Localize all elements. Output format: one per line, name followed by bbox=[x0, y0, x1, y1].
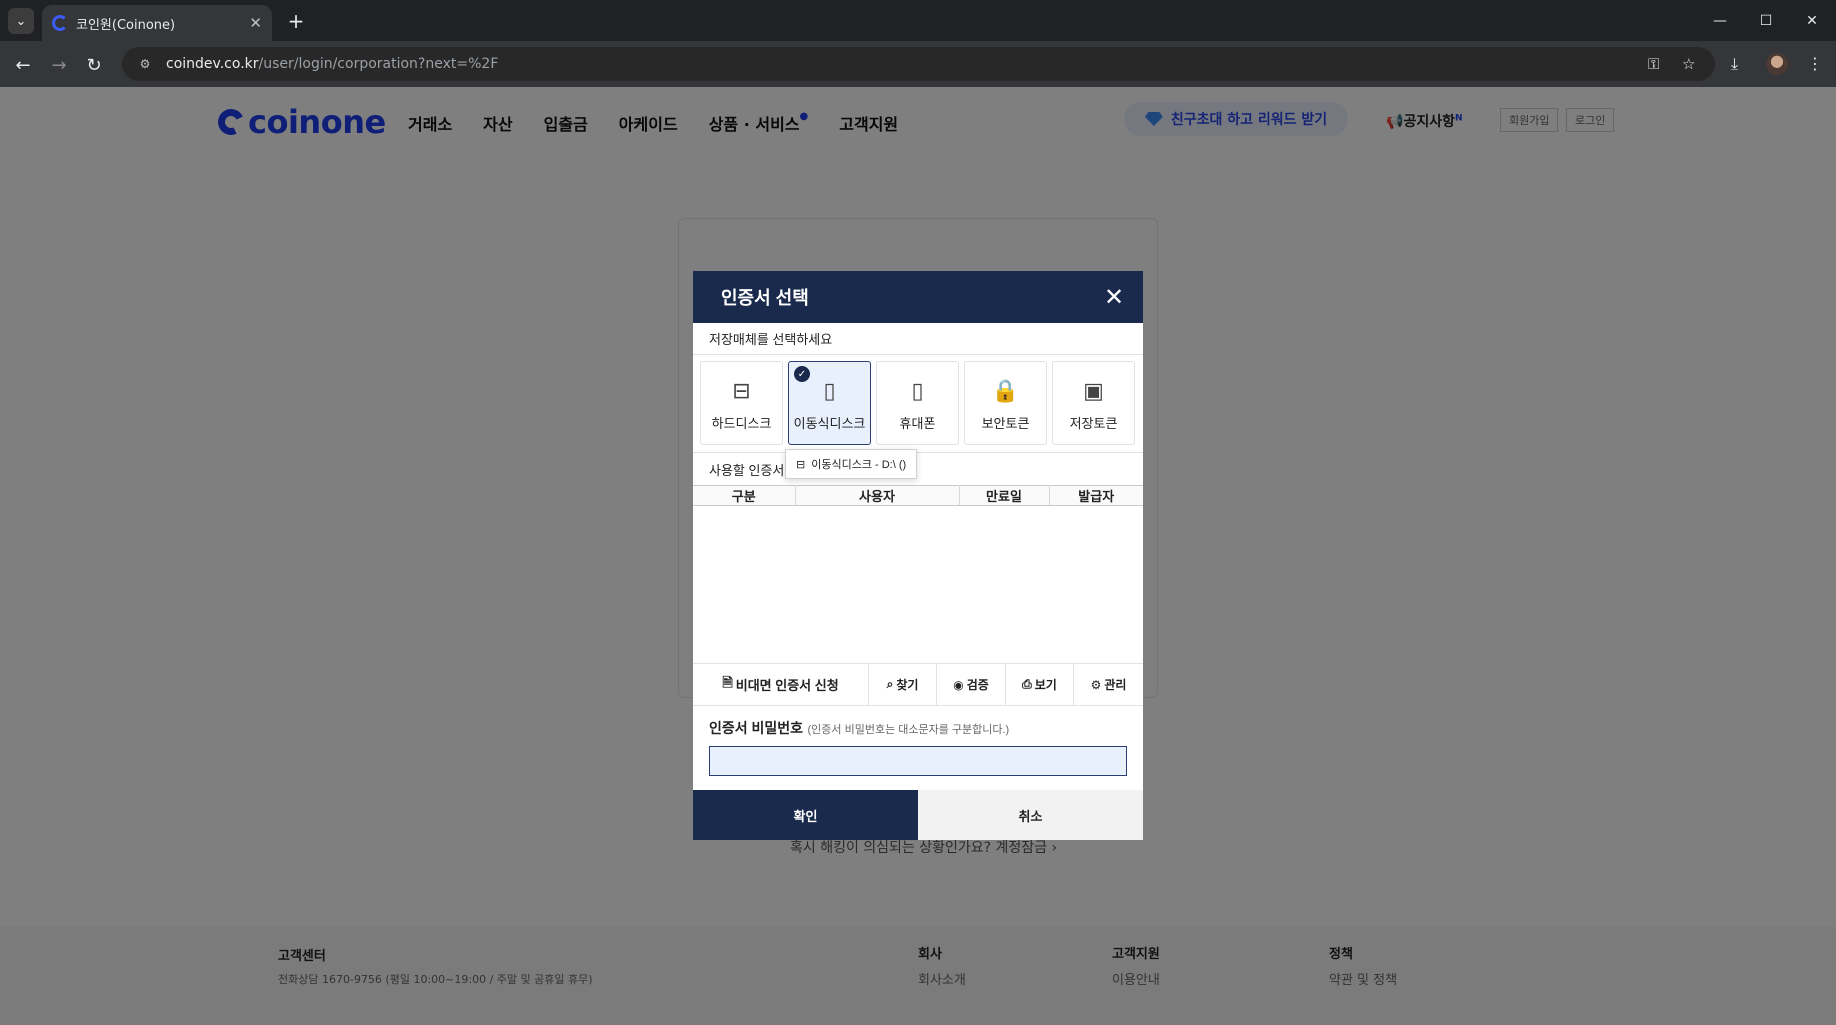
media-label: 휴대폰 bbox=[899, 415, 936, 431]
password-label-row: 인증서 비밀번호 (인증서 비밀번호는 대소문자를 구분합니다.) bbox=[709, 718, 1127, 738]
media-security-token[interactable]: 🔒 보안토큰 bbox=[964, 361, 1047, 445]
ok-button[interactable]: 확인 bbox=[693, 790, 918, 840]
new-tab-icon[interactable]: + bbox=[283, 8, 309, 34]
col-user[interactable]: 사용자 bbox=[795, 485, 960, 506]
dialog-header: 인증서 선택 ✕ bbox=[693, 271, 1143, 323]
media-hard-disk[interactable]: ⊟ 하드디스크 bbox=[700, 361, 783, 445]
bookmark-star-icon[interactable]: ☆ bbox=[1682, 55, 1695, 73]
drive-option[interactable]: ⊟ 이동식디스크 - D:\ () bbox=[785, 449, 918, 479]
eye-icon: ◉ bbox=[953, 677, 964, 692]
search-icon: ⌕ bbox=[886, 677, 894, 691]
gear-icon: ⚙ bbox=[1090, 677, 1102, 692]
dialog-close-icon[interactable]: ✕ bbox=[1101, 284, 1127, 311]
browser-toolbar: ← → ↻ ⚙ coindev.co.kr/user/login/corpora… bbox=[0, 41, 1836, 87]
menu-kebab-icon[interactable]: ⋮ bbox=[1807, 54, 1823, 73]
url-path: /user/login/corporation?next=%2F bbox=[258, 56, 499, 72]
tab-close-icon[interactable]: ✕ bbox=[249, 14, 262, 32]
window-close-icon[interactable]: ✕ bbox=[1789, 0, 1835, 41]
security-token-icon: 🔒 bbox=[991, 377, 1020, 403]
reload-icon[interactable]: ↻ bbox=[80, 51, 108, 79]
media-storage-token[interactable]: ▣ 저장토큰 bbox=[1052, 361, 1135, 445]
col-issuer[interactable]: 발급자 bbox=[1049, 485, 1143, 506]
view-icon: ⎙ bbox=[1022, 677, 1032, 691]
action-row: 🗎 비대면 인증서 신청 ⌕ 찾기 ◉ 검증 ⎙ 보기 ⚙ 관리 bbox=[693, 664, 1143, 706]
password-label: 인증서 비밀번호 bbox=[709, 720, 804, 736]
media-phone[interactable]: ▯ 휴대폰 bbox=[876, 361, 959, 445]
find-button[interactable]: ⌕ 찾기 bbox=[869, 664, 937, 705]
password-key-icon[interactable]: ⚿ bbox=[1648, 55, 1659, 73]
table-header-row: 구분 사용자 만료일 발급자 bbox=[693, 485, 1143, 506]
certificate-table: 구분 사용자 만료일 발급자 bbox=[693, 485, 1143, 506]
media-label: 보안토큰 bbox=[981, 415, 1030, 431]
usb-icon: ▯ bbox=[823, 377, 836, 403]
verify-label: 검증 bbox=[966, 678, 989, 692]
view-label: 보기 bbox=[1034, 678, 1057, 692]
forward-icon[interactable]: → bbox=[45, 51, 73, 79]
password-section: 인증서 비밀번호 (인증서 비밀번호는 대소문자를 구분합니다.) bbox=[693, 706, 1143, 788]
document-icon: 🗎 bbox=[722, 674, 733, 690]
phone-icon: ▯ bbox=[911, 377, 924, 403]
site-info-icon[interactable]: ⚙ bbox=[136, 55, 154, 73]
hard-disk-icon: ⊟ bbox=[732, 377, 751, 403]
address-bar[interactable]: ⚙ coindev.co.kr/user/login/corporation?n… bbox=[122, 47, 1715, 81]
col-expiry[interactable]: 만료일 bbox=[959, 485, 1050, 506]
media-prompt: 저장매체를 선택하세요 bbox=[693, 323, 1143, 355]
download-icon[interactable]: ⤓ bbox=[1731, 54, 1738, 74]
cert-prompt-row: 사용할 인증서 ⊟ 이동식디스크 - D:\ () bbox=[693, 449, 1143, 485]
profile-avatar[interactable] bbox=[1766, 53, 1788, 75]
manage-button[interactable]: ⚙ 관리 bbox=[1074, 664, 1143, 705]
apply-cert-button[interactable]: 🗎 비대면 인증서 신청 bbox=[693, 664, 869, 705]
password-hint: (인증서 비밀번호는 대소문자를 구분합니다.) bbox=[807, 724, 1010, 736]
media-label: 이동식디스크 bbox=[793, 415, 866, 431]
url-host: coindev.co.kr bbox=[166, 56, 259, 72]
col-type[interactable]: 구분 bbox=[693, 485, 796, 506]
back-icon[interactable]: ← bbox=[9, 51, 37, 79]
media-removable-disk[interactable]: ✓ ▯ 이동식디스크 bbox=[788, 361, 871, 445]
cancel-button[interactable]: 취소 bbox=[918, 790, 1143, 840]
tab-list-icon[interactable]: ⌄ bbox=[8, 8, 34, 34]
browser-tab[interactable]: 코인원(Coinone) ✕ bbox=[42, 5, 272, 41]
browser-tabbar: ⌄ 코인원(Coinone) ✕ + — ☐ ✕ bbox=[0, 0, 1836, 41]
dialog-buttons: 확인 취소 bbox=[693, 790, 1143, 840]
verify-button[interactable]: ◉ 검증 bbox=[937, 664, 1006, 705]
page-viewport: coinone 거래소 자산 입출금 아케이드 상품 · 서비스● 고객지원 친… bbox=[0, 87, 1836, 1025]
manage-label: 관리 bbox=[1104, 678, 1127, 692]
drive-option-label: 이동식디스크 - D:\ () bbox=[811, 459, 907, 471]
dialog-title: 인증서 선택 bbox=[721, 288, 809, 308]
drive-icon: ⊟ bbox=[796, 458, 806, 471]
tab-title: 코인원(Coinone) bbox=[76, 17, 176, 33]
media-label: 저장토큰 bbox=[1069, 415, 1118, 431]
apply-cert-label: 비대면 인증서 신청 bbox=[735, 678, 839, 693]
find-label: 찾기 bbox=[896, 678, 919, 692]
maximize-icon[interactable]: ☐ bbox=[1743, 0, 1789, 41]
password-input[interactable] bbox=[709, 746, 1127, 776]
media-list: ⊟ 하드디스크 ✓ ▯ 이동식디스크 ▯ 휴대폰 🔒 보안토큰 ▣ 저장토큰 bbox=[693, 355, 1143, 453]
view-button[interactable]: ⎙ 보기 bbox=[1006, 664, 1074, 705]
certificate-list[interactable] bbox=[693, 506, 1143, 664]
certificate-dialog: 인증서 선택 ✕ 저장매체를 선택하세요 ⊟ 하드디스크 ✓ ▯ 이동식디스크 … bbox=[693, 271, 1143, 840]
selected-check-icon: ✓ bbox=[794, 366, 810, 382]
coinone-favicon-icon bbox=[52, 15, 68, 31]
minimize-icon[interactable]: — bbox=[1697, 0, 1743, 41]
media-label: 하드디스크 bbox=[711, 415, 772, 431]
storage-token-icon: ▣ bbox=[1083, 377, 1104, 403]
cert-prompt: 사용할 인증서 bbox=[709, 462, 785, 478]
